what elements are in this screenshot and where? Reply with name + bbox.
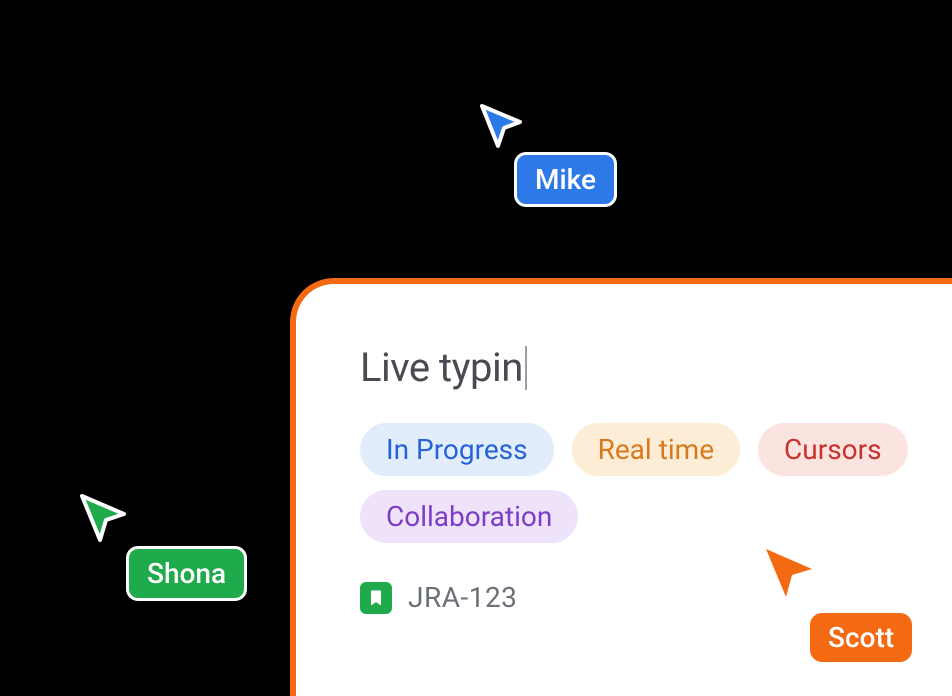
text-cursor-icon (525, 346, 527, 390)
collaborator-cursor-shona[interactable]: Shona (76, 490, 132, 546)
title-input[interactable]: Live typin (360, 344, 912, 391)
cursor-arrow-icon (760, 543, 820, 603)
typing-text: Live typin (360, 344, 523, 391)
tag-collaboration[interactable]: Collaboration (360, 490, 578, 543)
cursor-arrow-icon (76, 490, 132, 546)
bookmark-icon (360, 582, 392, 614)
tag-cursors[interactable]: Cursors (758, 423, 908, 476)
tag-list: In Progress Real time Cursors Collaborat… (360, 423, 912, 543)
tag-in-progress[interactable]: In Progress (360, 423, 554, 476)
collaborator-cursor-scott[interactable]: Scott (760, 543, 820, 603)
collaborator-name-label: Scott (810, 613, 912, 662)
collaborator-name-label: Shona (126, 546, 247, 601)
tag-real-time[interactable]: Real time (572, 423, 740, 476)
cursor-arrow-icon (476, 100, 528, 152)
collaborator-cursor-mike[interactable]: Mike (476, 100, 528, 152)
issue-id: JRA-123 (408, 581, 517, 614)
collaborator-name-label: Mike (514, 152, 617, 207)
issue-reference[interactable]: JRA-123 (360, 581, 912, 614)
